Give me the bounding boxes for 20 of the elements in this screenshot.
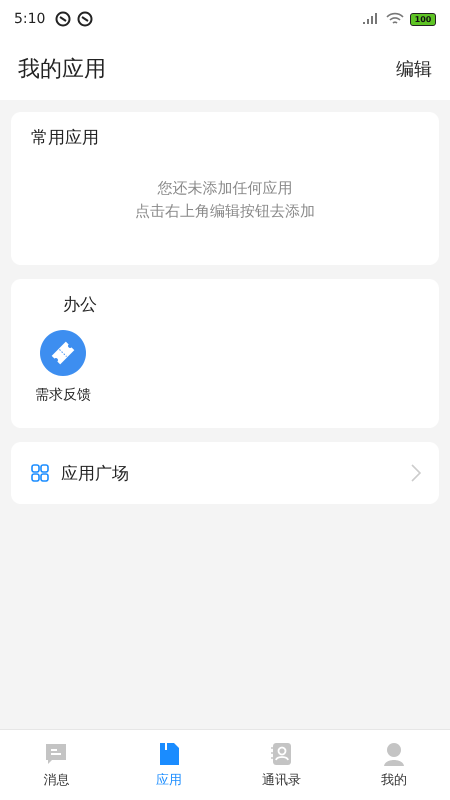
edit-button[interactable]: 编辑 (396, 57, 432, 81)
empty-hint: 点击右上角编辑按钮去添加 (135, 202, 315, 221)
notification-icon (77, 11, 94, 27)
section-title: 常用应用 (30, 127, 100, 149)
ticket-icon[interactable] (40, 330, 86, 376)
nav-tab[interactable]: 消息 (0, 730, 112, 800)
nav-tab[interactable]: 通讯录 (225, 730, 338, 800)
grid-icon (31, 464, 49, 482)
nav-tab[interactable]: 我的 (338, 730, 450, 800)
app-plaza-row[interactable]: 应用广场 (11, 442, 439, 504)
app-label[interactable]: 需求反馈 (35, 386, 91, 404)
signal-icon (362, 12, 380, 26)
page-title: 我的应用 (18, 56, 106, 84)
chevron-right-icon (411, 464, 421, 482)
section-title: 办公 (62, 294, 98, 316)
wifi-icon (386, 12, 404, 26)
status-time: 5:10 (14, 11, 46, 27)
notification-icon (55, 11, 72, 27)
battery-icon: 100 (410, 12, 436, 26)
empty-hint: 您还未添加任何应用 (158, 179, 292, 198)
